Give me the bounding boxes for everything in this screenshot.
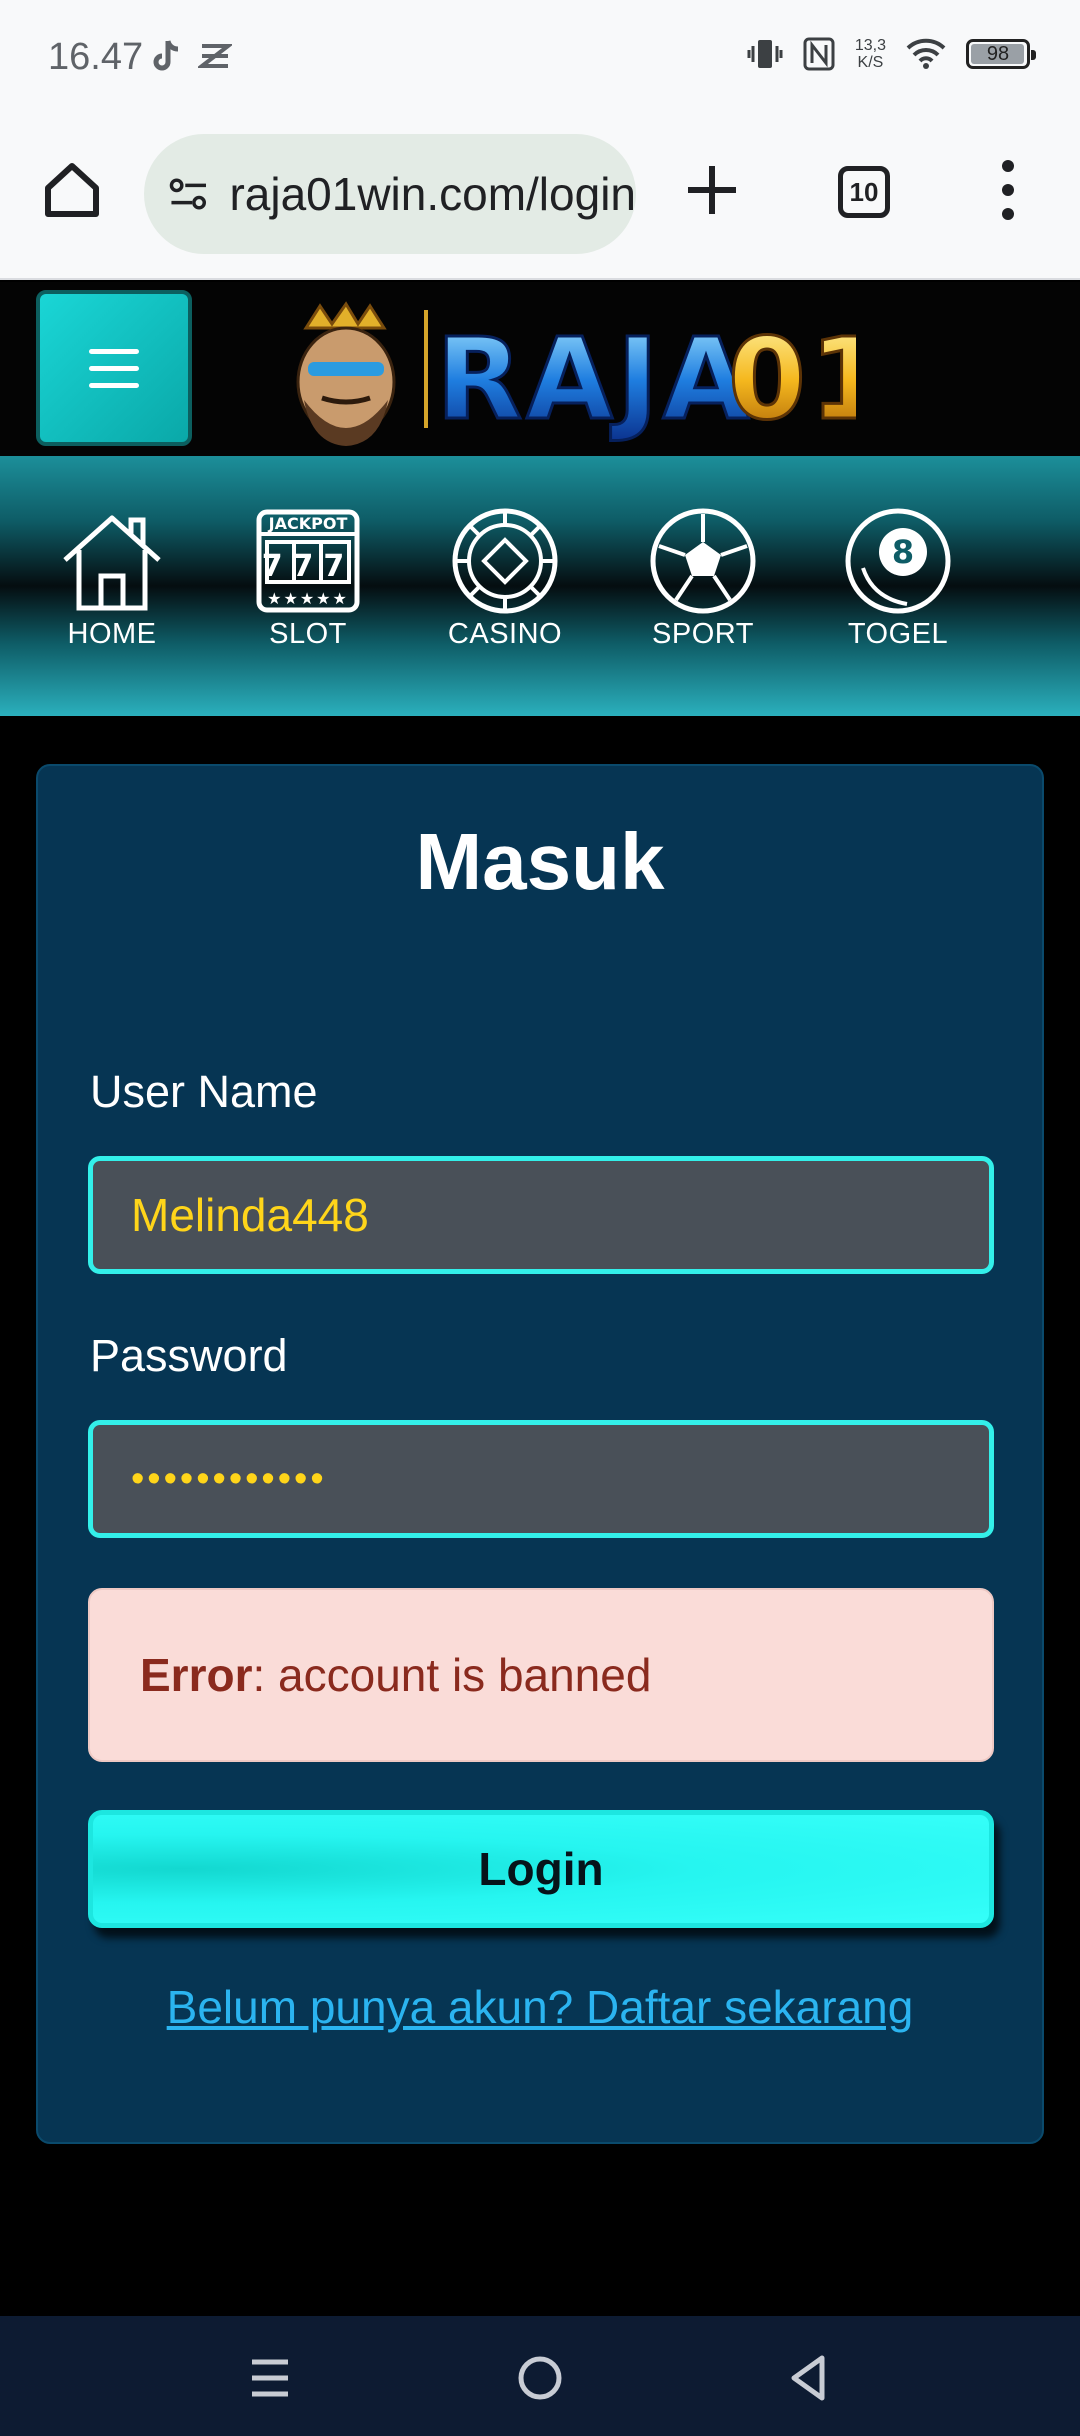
login-button-label: Login — [478, 1843, 604, 1895]
eight-ball-icon: 8 — [845, 508, 951, 614]
nav-slot[interactable]: JACKPOT 777 ★★★★★ SLOT — [228, 506, 388, 666]
login-button[interactable]: Login — [88, 1810, 994, 1928]
svg-text:8: 8 — [892, 533, 914, 571]
error-text: : account is banned — [252, 1649, 652, 1701]
wifi-icon — [906, 38, 946, 69]
login-card: Masuk User Name Melinda448 Password ••••… — [36, 764, 1044, 2144]
login-title: Masuk — [415, 817, 665, 906]
casino-chip-icon — [452, 508, 558, 614]
net-speed-unit: K/S — [857, 54, 884, 71]
nav-sport[interactable]: SPORT — [623, 506, 783, 666]
tiktok-icon — [153, 40, 179, 71]
soccer-ball-icon — [650, 508, 756, 614]
slot-icon-digits: 777 — [262, 549, 355, 584]
jackpot-slot-icon: JACKPOT 777 ★★★★★ — [256, 509, 360, 613]
site-header: RAJA 01 — [0, 282, 1080, 456]
username-value: Melinda448 — [131, 1189, 369, 1241]
home-circle-icon[interactable] — [514, 2352, 566, 2404]
nav-casino[interactable]: CASINO — [425, 506, 585, 666]
nav-label-home: HOME — [67, 618, 157, 650]
new-tab-icon[interactable] — [684, 162, 740, 218]
nav-label-togel: TOGEL — [847, 618, 949, 650]
menu-line — [89, 348, 139, 354]
more-menu-icon[interactable] — [990, 158, 1026, 222]
menu-line — [89, 382, 139, 388]
tab-count: 10 — [849, 176, 879, 207]
capcut-icon — [198, 44, 232, 68]
slot-icon-jackpot-text: JACKPOT — [268, 514, 348, 533]
battery-icon: 98 — [966, 39, 1036, 69]
game-nav: HOME JACKPOT 777 ★★★★★ SLOT CASINO SPORT… — [0, 456, 1080, 716]
back-icon[interactable] — [784, 2352, 836, 2404]
status-time: 16.47 — [48, 36, 144, 78]
svg-text:★★★★★: ★★★★★ — [267, 589, 349, 608]
home-icon[interactable] — [40, 158, 104, 222]
nav-label-slot: SLOT — [269, 618, 347, 650]
logo-text-raja: RAJA — [436, 315, 753, 445]
site-settings-icon[interactable] — [168, 174, 209, 214]
system-navigation-bar — [0, 2316, 1080, 2436]
username-field[interactable]: Melinda448 — [88, 1156, 994, 1274]
network-speed: 13,3 K/S — [855, 37, 886, 71]
username-label: User Name — [90, 1066, 318, 1117]
nav-label-sport: SPORT — [652, 618, 754, 650]
system-status-icons: 13,3 K/S 98 — [747, 36, 1036, 72]
nav-home[interactable]: HOME — [32, 506, 192, 666]
error-message-box: Error: account is banned — [88, 1588, 994, 1762]
password-field[interactable]: •••••••••••• — [88, 1420, 994, 1538]
vibrate-icon — [747, 40, 783, 68]
raja01-logo[interactable]: RAJA 01 — [276, 290, 856, 448]
nav-label-casino: CASINO — [447, 618, 563, 650]
error-prefix: Error — [140, 1649, 253, 1701]
nav-togel[interactable]: 8 TOGEL — [818, 506, 978, 666]
url-text[interactable]: raja01win.com/login — [229, 167, 636, 221]
menu-button[interactable] — [36, 290, 192, 446]
menu-line — [89, 365, 139, 371]
battery-level: 98 — [986, 42, 1010, 65]
address-bar[interactable]: raja01win.com/login — [144, 134, 636, 254]
nfc-icon — [803, 37, 835, 71]
tab-switcher-button[interactable]: 10 — [838, 166, 890, 218]
password-value: •••••••••••• — [131, 1457, 327, 1500]
notification-icons — [150, 38, 232, 74]
house-icon — [63, 515, 161, 611]
king-mascot-icon — [296, 301, 396, 446]
password-label: Password — [90, 1330, 288, 1381]
register-link[interactable]: Belum punya akun? Daftar sekarang — [38, 1980, 1042, 2034]
browser-toolbar: raja01win.com/login 10 — [0, 118, 1080, 280]
logo-text-01: 01 — [728, 315, 856, 445]
net-speed-value: 13,3 — [854, 37, 886, 54]
recents-icon[interactable] — [244, 2352, 296, 2404]
status-bar: 16.47 13,3 K/S 98 — [0, 0, 1080, 118]
